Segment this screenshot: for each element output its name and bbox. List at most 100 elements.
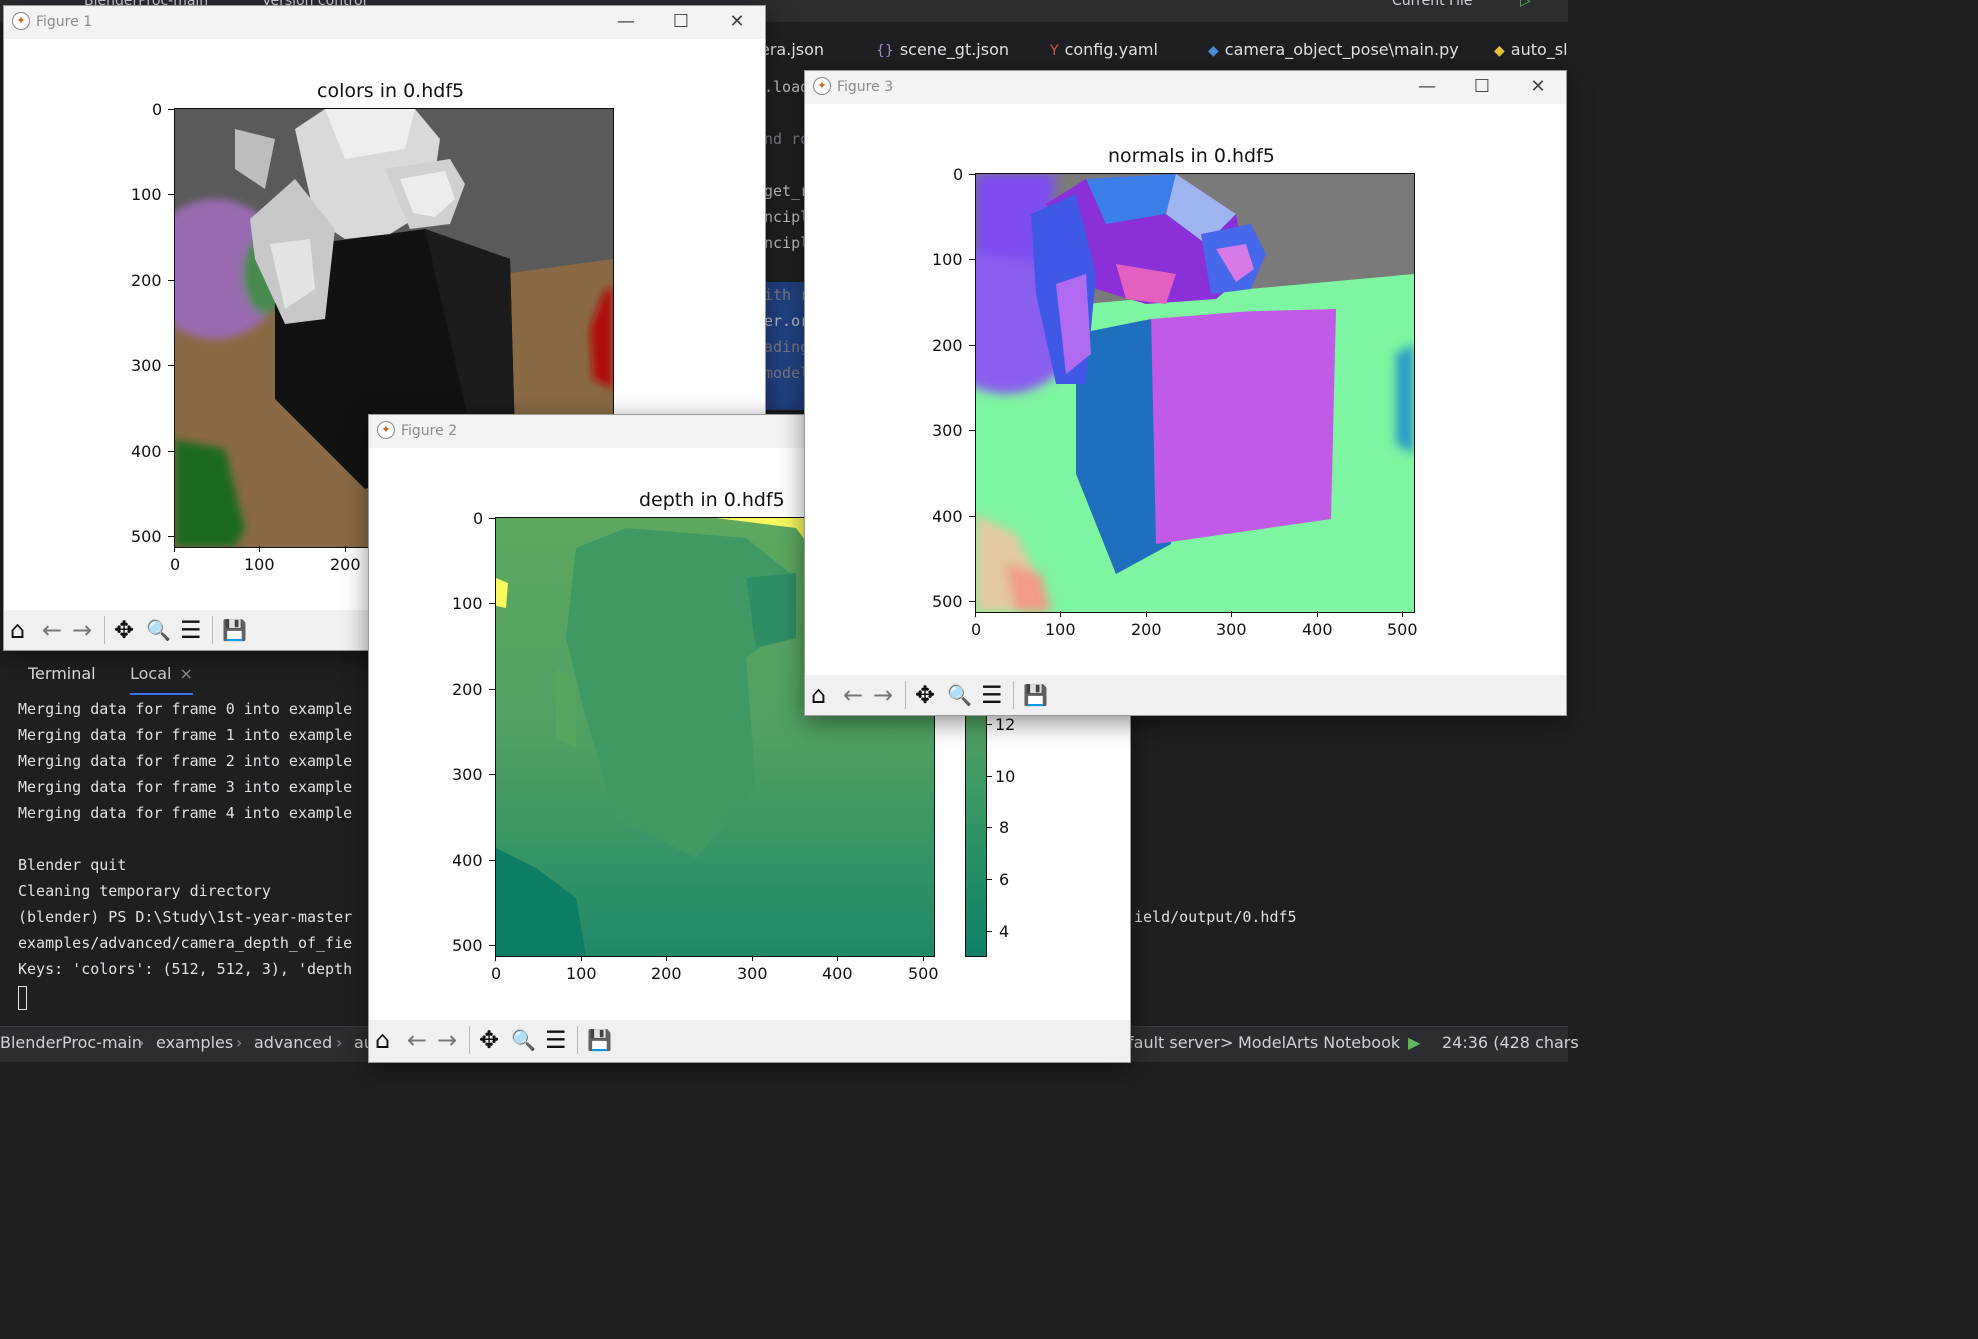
toolbar-separator xyxy=(469,1026,470,1054)
y-tick-label: 100 xyxy=(131,185,162,204)
colorbar-tick-label: 12 xyxy=(995,715,1016,734)
window-title-bar[interactable]: ✦ Figure 3 — ☐ ✕ xyxy=(805,71,1566,104)
tab-era-json[interactable]: era.json xyxy=(760,40,824,59)
configure-subplots-icon[interactable]: ☰ xyxy=(180,616,202,644)
x-tick-label: 400 xyxy=(1302,620,1333,639)
save-icon[interactable]: 💾 xyxy=(222,616,247,644)
y-tick-label: 0 xyxy=(953,165,964,184)
notebook-widget[interactable]: ModelArts Notebook xyxy=(1238,1033,1400,1052)
home-icon[interactable]: ⌂ xyxy=(375,1026,390,1054)
code-line: ncipl xyxy=(764,208,810,226)
tab-scene-gt-json[interactable]: {} scene_gt.json xyxy=(876,40,1009,59)
back-icon[interactable]: ← xyxy=(843,681,863,709)
colorbar-tick xyxy=(986,879,992,880)
forward-icon[interactable]: → xyxy=(72,616,92,644)
tab-auto-sl[interactable]: ◆ auto_sl xyxy=(1494,40,1568,59)
window-title: Figure 1 xyxy=(36,14,93,30)
configure-subplots-icon[interactable]: ☰ xyxy=(981,681,1003,709)
tab-config-yaml[interactable]: Yconfig.yaml xyxy=(1050,40,1158,59)
tab-local[interactable]: Local × xyxy=(130,664,193,695)
plot-title: normals in 0.hdf5 xyxy=(1108,145,1275,167)
save-icon[interactable]: 💾 xyxy=(587,1026,612,1054)
back-icon[interactable]: ← xyxy=(407,1026,427,1054)
back-icon[interactable]: ← xyxy=(42,616,62,644)
home-icon[interactable]: ⌂ xyxy=(811,681,826,709)
code-line: nd ro xyxy=(764,130,810,148)
y-tick xyxy=(969,174,975,175)
close-button[interactable]: ✕ xyxy=(1518,73,1558,101)
y-tick-label: 500 xyxy=(131,527,162,546)
minimize-button[interactable]: — xyxy=(1407,73,1447,101)
forward-icon[interactable]: → xyxy=(437,1026,457,1054)
zoom-icon[interactable]: 🔍 xyxy=(146,616,171,644)
terminal-line: Keys: 'colors': (512, 512, 3), 'depth xyxy=(18,960,353,978)
y-tick xyxy=(168,536,174,537)
breadcrumb-item[interactable]: advanced xyxy=(254,1033,332,1052)
y-tick xyxy=(168,280,174,281)
y-tick-label: 200 xyxy=(932,336,963,355)
toolbar-separator xyxy=(212,616,213,644)
normals-image[interactable] xyxy=(975,173,1415,613)
x-tick xyxy=(581,955,582,961)
x-tick-label: 0 xyxy=(170,555,181,574)
y-tick-label: 200 xyxy=(452,680,483,699)
home-icon[interactable]: ⌂ xyxy=(10,616,25,644)
window-title-bar[interactable]: ✦ Figure 1 — ☐ ✕ xyxy=(4,6,765,39)
pan-icon[interactable]: ✥ xyxy=(114,616,134,644)
y-tick-label: 400 xyxy=(452,851,483,870)
pan-icon[interactable]: ✥ xyxy=(479,1026,499,1054)
zoom-icon[interactable]: 🔍 xyxy=(511,1026,536,1054)
y-tick xyxy=(489,603,495,604)
interpreter-widget[interactable]: fault server> xyxy=(1128,1033,1233,1052)
y-tick xyxy=(168,194,174,195)
x-tick xyxy=(923,955,924,961)
navigation-toolbar: ⌂ ← → ✥ 🔍 ☰ 💾 xyxy=(369,1020,1130,1062)
y-tick-label: 0 xyxy=(473,509,484,528)
x-tick xyxy=(752,955,753,961)
y-tick xyxy=(168,365,174,366)
close-icon[interactable]: × xyxy=(179,664,192,683)
cursor-position[interactable]: 24:36 (428 chars xyxy=(1442,1033,1579,1052)
x-tick-label: 0 xyxy=(971,620,982,639)
forward-icon[interactable]: → xyxy=(873,681,893,709)
code-line: ading xyxy=(764,338,810,356)
y-tick xyxy=(969,430,975,431)
tab-camera-object-pose-main[interactable]: ◆ camera_object_pose\main.py xyxy=(1208,40,1459,59)
y-tick-label: 300 xyxy=(932,421,963,440)
colorbar-tick xyxy=(986,724,992,725)
y-tick xyxy=(969,259,975,260)
y-tick xyxy=(969,516,975,517)
terminal-line: Blender quit xyxy=(18,856,127,874)
terminal-line: Cleaning temporary directory xyxy=(18,882,271,900)
tab-terminal[interactable]: Terminal xyxy=(28,664,96,683)
colorbar-tick-label: 4 xyxy=(999,922,1010,941)
y-tick xyxy=(489,518,495,519)
colorbar-tick-label: 6 xyxy=(999,870,1010,889)
run-config-selector[interactable]: Current File xyxy=(1392,0,1472,9)
x-tick-label: 100 xyxy=(566,964,597,983)
x-tick xyxy=(837,955,838,961)
window-title: Figure 2 xyxy=(401,423,458,439)
pan-icon[interactable]: ✥ xyxy=(915,681,935,709)
y-tick xyxy=(489,860,495,861)
y-tick xyxy=(969,345,975,346)
minimize-button[interactable]: — xyxy=(606,8,646,36)
save-icon[interactable]: 💾 xyxy=(1023,681,1048,709)
y-tick xyxy=(168,451,174,452)
zoom-icon[interactable]: 🔍 xyxy=(947,681,972,709)
y-tick-label: 300 xyxy=(452,765,483,784)
close-button[interactable]: ✕ xyxy=(717,8,757,36)
x-tick-label: 400 xyxy=(822,964,853,983)
maximize-button[interactable]: ☐ xyxy=(661,8,701,36)
figure-3-window: ✦ Figure 3 — ☐ ✕ normals in 0.hdf5 0 100… xyxy=(804,70,1567,716)
play-icon[interactable]: ▶ xyxy=(1408,1033,1420,1052)
breadcrumb-item[interactable]: examples xyxy=(156,1033,233,1052)
breadcrumb-item[interactable]: BlenderProc-main xyxy=(0,1033,142,1052)
maximize-button[interactable]: ☐ xyxy=(1462,73,1502,101)
x-tick-label: 200 xyxy=(1131,620,1162,639)
python-file-icon: ◆ xyxy=(1494,43,1505,59)
x-tick xyxy=(975,611,976,617)
chevron-right-icon: › xyxy=(236,1033,243,1052)
run-icon[interactable]: ▷ xyxy=(1520,0,1531,9)
configure-subplots-icon[interactable]: ☰ xyxy=(545,1026,567,1054)
